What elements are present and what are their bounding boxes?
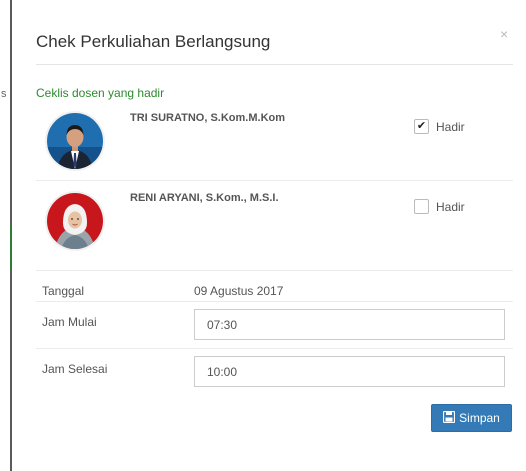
hadir-label: Hadir bbox=[436, 200, 465, 214]
jam-selesai-label: Jam Selesai bbox=[42, 362, 108, 376]
row-divider bbox=[36, 301, 513, 302]
row-divider bbox=[36, 180, 513, 181]
lecturer-name: RENI ARYANI, S.Kom., M.S.I. bbox=[130, 192, 279, 204]
jam-mulai-input[interactable] bbox=[194, 309, 505, 340]
modal-title: Chek Perkuliahan Berlangsung bbox=[36, 32, 271, 51]
jam-selesai-input[interactable] bbox=[194, 356, 505, 387]
tanggal-value: 09 Agustus 2017 bbox=[194, 284, 284, 298]
hadir-checkbox[interactable]: ✔ bbox=[414, 119, 429, 134]
jam-mulai-label: Jam Mulai bbox=[42, 315, 97, 329]
tanggal-label: Tanggal bbox=[42, 284, 85, 298]
save-button[interactable]: Simpan bbox=[431, 404, 512, 432]
lecturer-name: TRI SURATNO, S.Kom.M.Kom bbox=[130, 112, 286, 124]
save-button-label: Simpan bbox=[459, 411, 500, 425]
header-divider bbox=[36, 64, 513, 65]
save-icon bbox=[443, 410, 456, 426]
background-fragment: s bbox=[1, 88, 7, 100]
row-divider bbox=[36, 270, 513, 271]
close-icon[interactable]: × bbox=[500, 26, 508, 42]
avatar bbox=[47, 113, 103, 169]
row-divider bbox=[36, 348, 513, 349]
modal-subtitle: Ceklis dosen yang hadir bbox=[36, 86, 165, 100]
hadir-checkbox[interactable] bbox=[414, 199, 429, 214]
hadir-label: Hadir bbox=[436, 120, 465, 134]
avatar bbox=[47, 193, 103, 249]
